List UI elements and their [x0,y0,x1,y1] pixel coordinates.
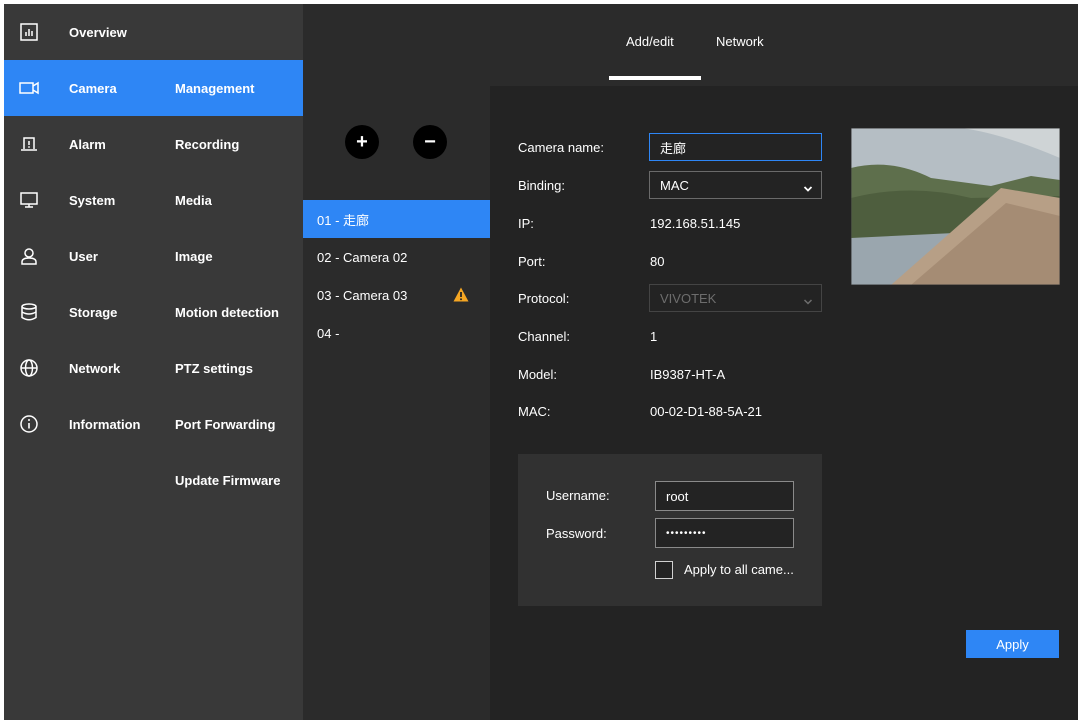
camera-name-input[interactable]: 走廊 [649,133,822,161]
nav-item-camera[interactable]: Camera [4,60,155,116]
active-tab-indicator [609,76,701,80]
ip-label: IP: [518,216,534,231]
channel-label: Channel: [518,329,571,344]
nav-item-storage[interactable]: Storage [4,284,155,340]
nav-item-label: Network [69,360,121,376]
subnav-item-port-forwarding[interactable]: Port Forwarding [155,396,303,452]
add-camera-button[interactable]: + [345,125,379,159]
mac-value: 00-02-D1-88-5A-21 [650,404,763,419]
tab-add-edit[interactable]: Add/edit [626,34,674,49]
password-label: Password: [546,526,607,541]
nav-item-label: Camera [69,80,117,96]
apply-to-all-checkbox[interactable] [655,561,673,579]
camera-list-panel: + − 01 - 走廊 02 - Camera 02 03 - Camera 0… [303,86,490,720]
camera-list-item-label: 02 - Camera 02 [317,249,408,265]
protocol-label: Protocol: [518,291,570,306]
camera-list-item[interactable]: 02 - Camera 02 [303,238,490,276]
subnav-item-management[interactable]: Management [155,60,303,116]
nav-item-alarm[interactable]: Alarm [4,116,155,172]
camera-list-item-label: 04 - [317,325,340,341]
camera-name-value: 走廊 [660,140,687,156]
monitor-icon [18,189,40,211]
camera-list-item[interactable]: 04 - [303,314,490,352]
apply-to-all-label: Apply to all came... [684,562,794,577]
camera-list-item-label: 03 - Camera 03 [317,287,408,303]
camera-preview-image [851,128,1060,285]
nav-item-label: User [69,248,98,264]
protocol-select: VIVOTEK [649,284,822,312]
nav-item-label: Storage [69,304,118,320]
user-icon [18,245,40,267]
primary-sidebar: Overview Camera Alarm System User Storag… [4,4,155,720]
alarm-icon [18,133,40,155]
subnav-item-motion-detection[interactable]: Motion detection [155,284,303,340]
username-input[interactable]: root [655,481,794,511]
username-value: root [666,488,689,504]
nav-item-system[interactable]: System [4,172,155,228]
nav-item-user[interactable]: User [4,228,155,284]
camera-list-item-label: 01 - 走廊 [317,212,370,228]
nav-item-overview[interactable]: Overview [4,4,155,60]
subnav-item-recording[interactable]: Recording [155,116,303,172]
channel-value: 1 [650,329,658,344]
globe-icon [18,357,40,379]
password-value: ••••••••• [666,527,707,539]
nav-item-label: Overview [69,24,127,40]
username-label: Username: [546,488,610,503]
protocol-value: VIVOTEK [660,290,717,306]
subnav-item-image[interactable]: Image [155,228,303,284]
model-value: IB9387-HT-A [650,367,726,382]
nav-item-information[interactable]: Information [4,396,155,452]
camera-list-item[interactable]: 01 - 走廊 [303,200,490,238]
subnav-item-ptz-settings[interactable]: PTZ settings [155,340,303,396]
mac-label: MAC: [518,404,551,419]
tab-bar: Add/edit Network [303,4,1078,86]
camera-icon [18,77,40,99]
chevron-down-icon [803,294,813,305]
credentials-panel: Username: root Password: ••••••••• Apply… [518,454,822,606]
subnav-item-update-firmware[interactable]: Update Firmware [155,452,303,508]
app-window: Overview Camera Alarm System User Storag… [4,4,1078,720]
apply-button[interactable]: Apply [966,630,1059,658]
tab-network[interactable]: Network [716,34,764,49]
ip-value: 192.168.51.145 [650,216,741,231]
nav-item-label: Alarm [69,136,106,152]
remove-camera-button[interactable]: − [413,125,447,159]
nav-item-label: System [69,192,116,208]
binding-select[interactable]: MAC [649,171,822,199]
nav-item-label: Information [69,416,141,432]
warning-icon [453,287,469,302]
model-label: Model: [518,367,558,382]
port-label: Port: [518,254,546,269]
database-icon [18,301,40,323]
binding-label: Binding: [518,178,565,193]
camera-name-label: Camera name: [518,140,604,155]
secondary-sidebar: Management Recording Media Image Motion … [155,4,303,720]
info-icon [18,413,40,435]
nav-item-network[interactable]: Network [4,340,155,396]
password-input[interactable]: ••••••••• [655,518,794,548]
camera-list-item[interactable]: 03 - Camera 03 [303,276,490,314]
camera-detail-panel: Camera name: 走廊 Binding: MAC IP: 192.168… [490,86,1078,720]
chart-icon [18,21,40,43]
port-value: 80 [650,254,665,269]
binding-value: MAC [660,177,689,193]
subnav-item-media[interactable]: Media [155,172,303,228]
chevron-down-icon [803,181,813,192]
